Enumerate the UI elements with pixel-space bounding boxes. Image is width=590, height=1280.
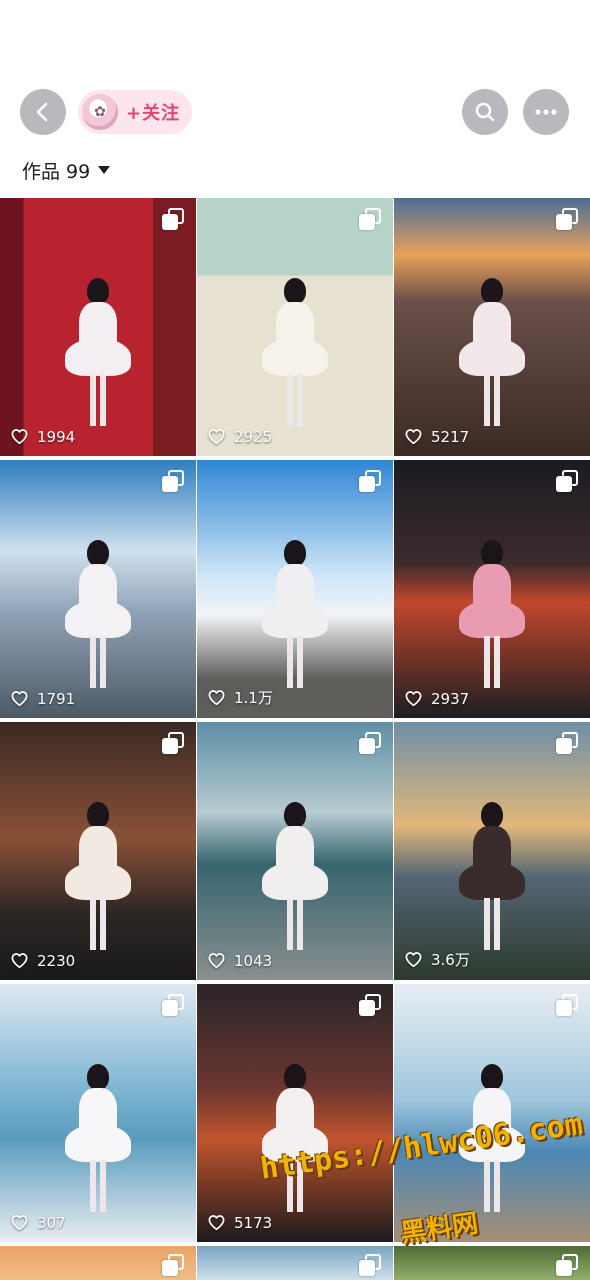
like-count-value: 5217: [431, 427, 470, 446]
multi-image-icon: [359, 732, 381, 754]
multi-image-icon: [556, 1254, 578, 1276]
chevron-left-icon: [36, 102, 48, 122]
person-silhouette: [65, 802, 131, 952]
post-tile[interactable]: 1043: [197, 722, 393, 980]
like-count: 1.1万: [207, 687, 273, 708]
heart-icon: [11, 1215, 28, 1231]
person-silhouette: [262, 540, 328, 690]
like-count-value: 1994: [37, 427, 76, 446]
like-count-value: 307: [37, 1213, 66, 1232]
follow-label: +关注: [126, 103, 181, 124]
person-silhouette: [262, 1064, 328, 1214]
like-count-value: 1791: [37, 689, 76, 708]
heart-icon: [11, 691, 28, 707]
more-button[interactable]: [523, 89, 569, 135]
like-count: 5173: [207, 1213, 272, 1232]
person-silhouette: [262, 278, 328, 428]
person-silhouette: [65, 278, 131, 428]
heart-icon: [405, 691, 422, 707]
multi-image-icon: [162, 470, 184, 492]
multi-image-icon: [556, 732, 578, 754]
top-bar: ✿ +关注: [0, 88, 590, 136]
back-button[interactable]: [20, 89, 66, 135]
heart-icon: [11, 429, 28, 445]
works-count-label: 作品 99: [22, 160, 91, 183]
like-count: 2925: [207, 427, 272, 446]
heart-icon: [11, 953, 28, 969]
ellipsis-icon: [535, 109, 557, 115]
multi-image-icon: [556, 470, 578, 492]
multi-image-icon: [162, 1254, 184, 1276]
post-tile[interactable]: 2230: [0, 722, 196, 980]
post-tile[interactable]: [394, 1246, 590, 1280]
heart-icon: [208, 1215, 225, 1231]
post-tile[interactable]: 3.6万: [394, 722, 590, 980]
heart-icon: [208, 953, 225, 969]
post-tile[interactable]: 307: [0, 984, 196, 1242]
follow-button[interactable]: ✿ +关注: [78, 90, 192, 134]
person-silhouette: [459, 802, 525, 952]
like-count-value: 5173: [234, 1213, 273, 1232]
avatar: ✿: [82, 94, 118, 130]
like-count: 1994: [10, 427, 75, 446]
works-filter[interactable]: 作品 99: [22, 156, 111, 184]
multi-image-icon: [359, 470, 381, 492]
like-count: 2937: [404, 689, 469, 708]
like-count-value: 2925: [234, 427, 273, 446]
heart-icon: [405, 952, 422, 968]
post-tile[interactable]: 1791: [0, 460, 196, 718]
search-button[interactable]: [462, 89, 508, 135]
post-tile[interactable]: 5217: [394, 198, 590, 456]
multi-image-icon: [359, 994, 381, 1016]
multi-image-icon: [359, 208, 381, 230]
post-tile[interactable]: 2925: [197, 198, 393, 456]
person-silhouette: [459, 278, 525, 428]
multi-image-icon: [162, 994, 184, 1016]
post-tile[interactable]: [0, 1246, 196, 1280]
heart-icon: [405, 429, 422, 445]
post-tile[interactable]: 5173: [197, 984, 393, 1242]
like-count: 5217: [404, 427, 469, 446]
post-tile[interactable]: [197, 1246, 393, 1280]
like-count: 307: [10, 1213, 66, 1232]
like-count-value: 2937: [431, 689, 470, 708]
person-silhouette: [262, 802, 328, 952]
person-silhouette: [459, 540, 525, 690]
post-tile[interactable]: 1994: [0, 198, 196, 456]
post-tile[interactable]: 2937: [394, 460, 590, 718]
caret-down-icon: [98, 166, 111, 174]
person-silhouette: [65, 1064, 131, 1214]
like-count: 1791: [10, 689, 75, 708]
like-count: 3.6万: [404, 949, 470, 970]
like-count: 2230: [10, 951, 75, 970]
multi-image-icon: [556, 208, 578, 230]
post-tile[interactable]: 1.1万: [197, 460, 393, 718]
heart-icon: [208, 429, 225, 445]
multi-image-icon: [556, 994, 578, 1016]
multi-image-icon: [162, 208, 184, 230]
person-silhouette: [65, 540, 131, 690]
like-count: 1043: [207, 951, 272, 970]
heart-icon: [208, 690, 225, 706]
search-icon: [475, 102, 495, 122]
like-count-value: 2230: [37, 951, 76, 970]
like-count-value: 1.1万: [234, 689, 273, 707]
multi-image-icon: [162, 732, 184, 754]
multi-image-icon: [359, 1254, 381, 1276]
like-count-value: 1043: [234, 951, 273, 970]
like-count-value: 3.6万: [431, 951, 470, 969]
